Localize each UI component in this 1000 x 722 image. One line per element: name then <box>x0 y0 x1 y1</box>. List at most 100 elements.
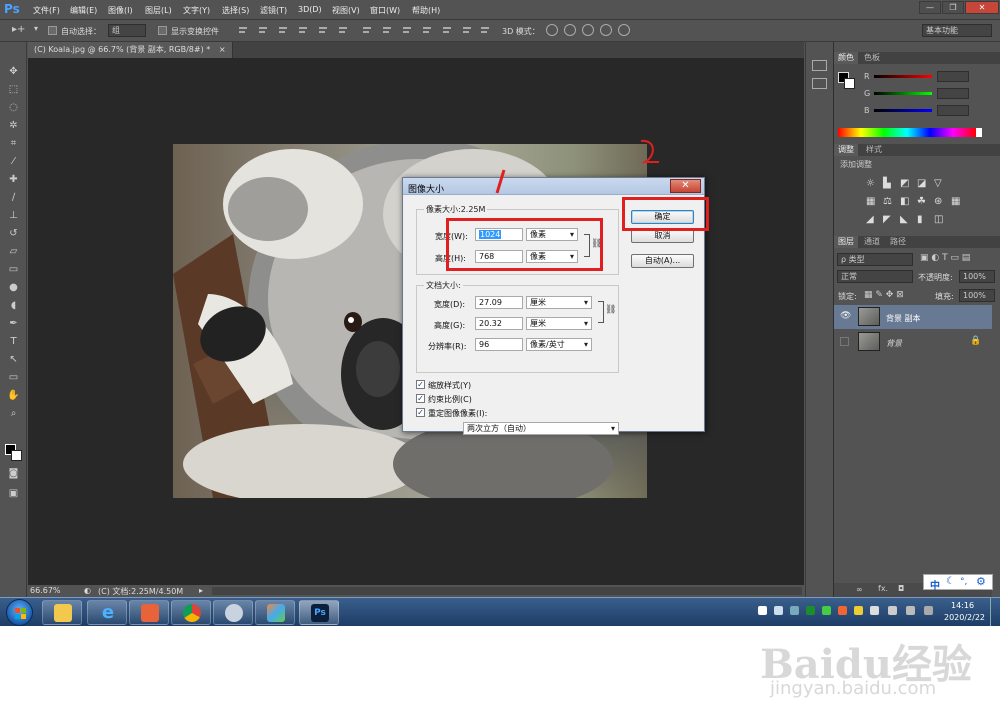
pen-tool-icon[interactable]: ✒ <box>5 316 22 331</box>
red-slider[interactable] <box>874 75 932 78</box>
shape-tool-icon[interactable]: ▭ <box>5 370 22 385</box>
tray-shield-icon[interactable] <box>870 606 879 615</box>
3d-slide-icon[interactable] <box>600 24 612 36</box>
auto-select-checkbox[interactable] <box>48 26 57 35</box>
gradient-map-icon[interactable]: ▮ <box>917 214 923 225</box>
distribute-bottom-icon[interactable] <box>402 25 412 36</box>
taskbar-ie[interactable]: e <box>87 600 127 625</box>
align-left-icon[interactable] <box>298 25 308 36</box>
black-white-icon[interactable]: ◧ <box>900 196 909 207</box>
distribute-hcenter-icon[interactable] <box>442 25 452 36</box>
tray-monitor-icon[interactable] <box>774 606 783 615</box>
3d-roll-icon[interactable] <box>564 24 576 36</box>
menu-help[interactable]: 帮助(H) <box>412 5 440 16</box>
taskbar-tool[interactable] <box>213 600 253 625</box>
ime-moon-icon[interactable]: ☾ <box>946 576 955 587</box>
blend-mode-dropdown[interactable]: 正常 <box>837 270 913 283</box>
lasso-tool-icon[interactable]: ◌ <box>5 100 22 115</box>
menu-select[interactable]: 选择(S) <box>222 5 249 16</box>
menu-file[interactable]: 文件(F) <box>33 5 60 16</box>
cancel-button[interactable]: 取消 <box>631 229 694 243</box>
3d-rotate-icon[interactable] <box>546 24 558 36</box>
red-value-field[interactable] <box>937 71 969 82</box>
tray-volume-icon[interactable] <box>906 606 915 615</box>
show-transform-checkbox[interactable] <box>158 26 167 35</box>
layer-row-background-copy[interactable]: 👁 背景 副本 <box>834 305 992 329</box>
align-bottom-icon[interactable] <box>278 25 288 36</box>
tray-app-icon[interactable] <box>806 606 815 615</box>
constrain-proportions-label[interactable]: 约束比例(C) <box>428 394 472 405</box>
threshold-icon[interactable]: ◣ <box>900 214 908 225</box>
fill-field[interactable]: 100% <box>959 289 995 302</box>
menu-filter[interactable]: 滤镜(T) <box>260 5 287 16</box>
zoom-tool-icon[interactable]: ⌕ <box>5 406 22 421</box>
move-tool-icon[interactable]: ✥ <box>5 64 22 79</box>
clone-stamp-tool-icon[interactable]: ⊥ <box>5 208 22 223</box>
align-right-icon[interactable] <box>338 25 348 36</box>
3d-pan-icon[interactable] <box>582 24 594 36</box>
restore-button[interactable]: ❐ <box>942 1 964 14</box>
hand-tool-icon[interactable]: ✋ <box>5 388 22 403</box>
zoom-readout[interactable]: 66.67% <box>30 586 61 595</box>
layer-filter-icons[interactable]: ▣ ◐ T ▭ ▤ <box>920 253 970 263</box>
ime-mode[interactable]: 中 <box>930 577 940 592</box>
doc-height-input[interactable]: 20.32 <box>475 317 523 330</box>
status-menu-arrow-icon[interactable]: ▸ <box>199 586 203 595</box>
magic-wand-tool-icon[interactable]: ✲ <box>5 118 22 133</box>
distribute-right-icon[interactable] <box>462 25 472 36</box>
align-top-icon[interactable] <box>238 25 248 36</box>
blue-slider[interactable] <box>874 109 932 112</box>
clock-time[interactable]: 14:16 <box>951 601 974 610</box>
spectrum-white[interactable] <box>976 128 982 137</box>
show-desktop-button[interactable] <box>990 598 1000 626</box>
quick-mask-icon[interactable]: ◙ <box>5 466 22 481</box>
layer-filter-dropdown[interactable]: ρ 类型 <box>837 253 913 266</box>
healing-brush-tool-icon[interactable]: ✚ <box>5 172 22 187</box>
document-tab[interactable]: (C) Koala.jpg @ 66.7% (背景 副本, RGB/8#) * … <box>28 42 233 58</box>
screen-mode-icon[interactable]: ▣ <box>5 486 22 501</box>
tray-network-icon[interactable] <box>790 606 799 615</box>
type-tool-icon[interactable]: T <box>5 334 22 349</box>
distribute-left-icon[interactable] <box>422 25 432 36</box>
menu-image[interactable]: 图像(I) <box>108 5 133 16</box>
gradient-tool-icon[interactable]: ▭ <box>5 262 22 277</box>
move-tool-icon[interactable]: ▸+ <box>12 24 25 35</box>
horizontal-scrollbar[interactable] <box>212 587 802 595</box>
menu-layer[interactable]: 图层(L) <box>145 5 172 16</box>
close-window-button[interactable]: ✕ <box>965 1 999 14</box>
resample-method-dropdown[interactable]: 两次立方（自动） <box>463 422 619 435</box>
crop-tool-icon[interactable]: ⌗ <box>5 136 22 151</box>
ime-toolbar[interactable]: 中 ☾ °, ⚙ <box>923 574 993 592</box>
layer-mask-icon[interactable]: ◘ <box>898 584 904 593</box>
opacity-field[interactable]: 100% <box>959 270 995 283</box>
tab-layers[interactable]: 图层 <box>834 236 858 248</box>
resample-checkbox[interactable]: ✓ <box>416 408 425 417</box>
photo-filter-icon[interactable]: ☘ <box>917 196 926 207</box>
selective-color-icon[interactable]: ◫ <box>934 214 943 225</box>
eyedropper-tool-icon[interactable]: ⁄ <box>5 154 22 169</box>
blur-tool-icon[interactable]: ● <box>5 280 22 295</box>
blue-value-field[interactable] <box>937 105 969 116</box>
path-selection-tool-icon[interactable]: ↖ <box>5 352 22 367</box>
doc-width-input[interactable]: 27.09 <box>475 296 523 309</box>
distribute-vcenter-icon[interactable] <box>382 25 392 36</box>
tab-adjustments[interactable]: 调整 <box>834 144 858 156</box>
history-panel-icon[interactable] <box>812 60 827 71</box>
constrain-proportions-checkbox[interactable]: ✓ <box>416 394 425 403</box>
tool-preset-chevron-icon[interactable]: ▾ <box>34 24 38 33</box>
brightness-icon[interactable]: ☼ <box>866 178 875 189</box>
posterize-icon[interactable]: ◤ <box>883 214 891 225</box>
visibility-eye-icon[interactable]: 👁 <box>840 311 851 321</box>
ime-punct-icon[interactable]: °, <box>960 577 967 587</box>
tab-channels[interactable]: 通道 <box>860 236 884 248</box>
menu-window[interactable]: 窗口(W) <box>370 5 400 16</box>
tray-speaker-icon[interactable] <box>838 606 847 615</box>
auto-button[interactable]: 自动(A)... <box>631 254 694 268</box>
scale-styles-checkbox[interactable]: ✓ <box>416 380 425 389</box>
resolution-input[interactable]: 96 <box>475 338 523 351</box>
taskbar-chrome[interactable] <box>171 600 211 625</box>
taskbar-paint[interactable] <box>255 600 295 625</box>
exposure-icon[interactable]: ◪ <box>917 178 926 189</box>
layer-row-background[interactable]: 背景 🔒 <box>834 330 992 354</box>
doc-height-unit-dropdown[interactable]: 厘米 <box>526 317 592 330</box>
